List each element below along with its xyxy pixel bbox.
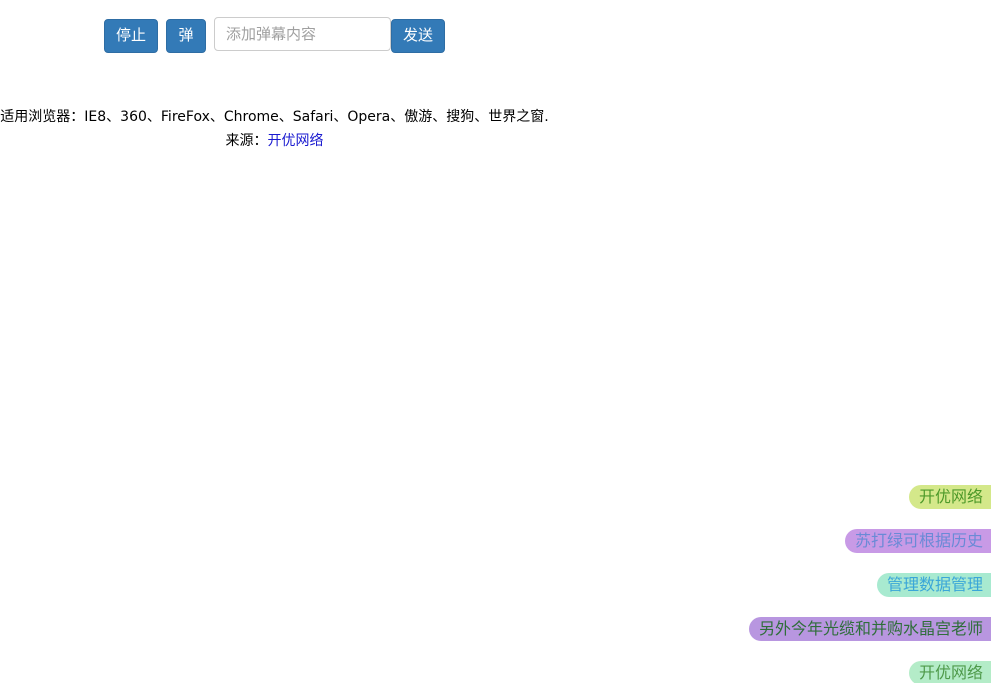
source-label: 来源： [225, 133, 268, 149]
info-block: 适用浏览器：IE8、360、FireFox、Chrome、Safari、Oper… [0, 105, 549, 153]
danmu-item: 开优网络 [908, 661, 991, 683]
stop-button[interactable]: 停止 [104, 19, 158, 53]
browser-support-text: 适用浏览器：IE8、360、FireFox、Chrome、Safari、Oper… [0, 109, 549, 125]
source-line: 来源：开优网络 [0, 129, 549, 153]
danmu-item: 开优网络 [908, 485, 991, 509]
send-button[interactable]: 发送 [391, 19, 445, 53]
shoot-button[interactable]: 弹 [166, 19, 206, 53]
danmu-item: 另外今年光缆和并购水晶宫老师 [748, 617, 991, 641]
danmu-input[interactable] [214, 17, 391, 51]
danmu-item: 苏打绿可根据历史 [844, 529, 991, 553]
source-link[interactable]: 开优网络 [268, 133, 324, 149]
danmu-item: 管理数据管理 [876, 573, 991, 597]
